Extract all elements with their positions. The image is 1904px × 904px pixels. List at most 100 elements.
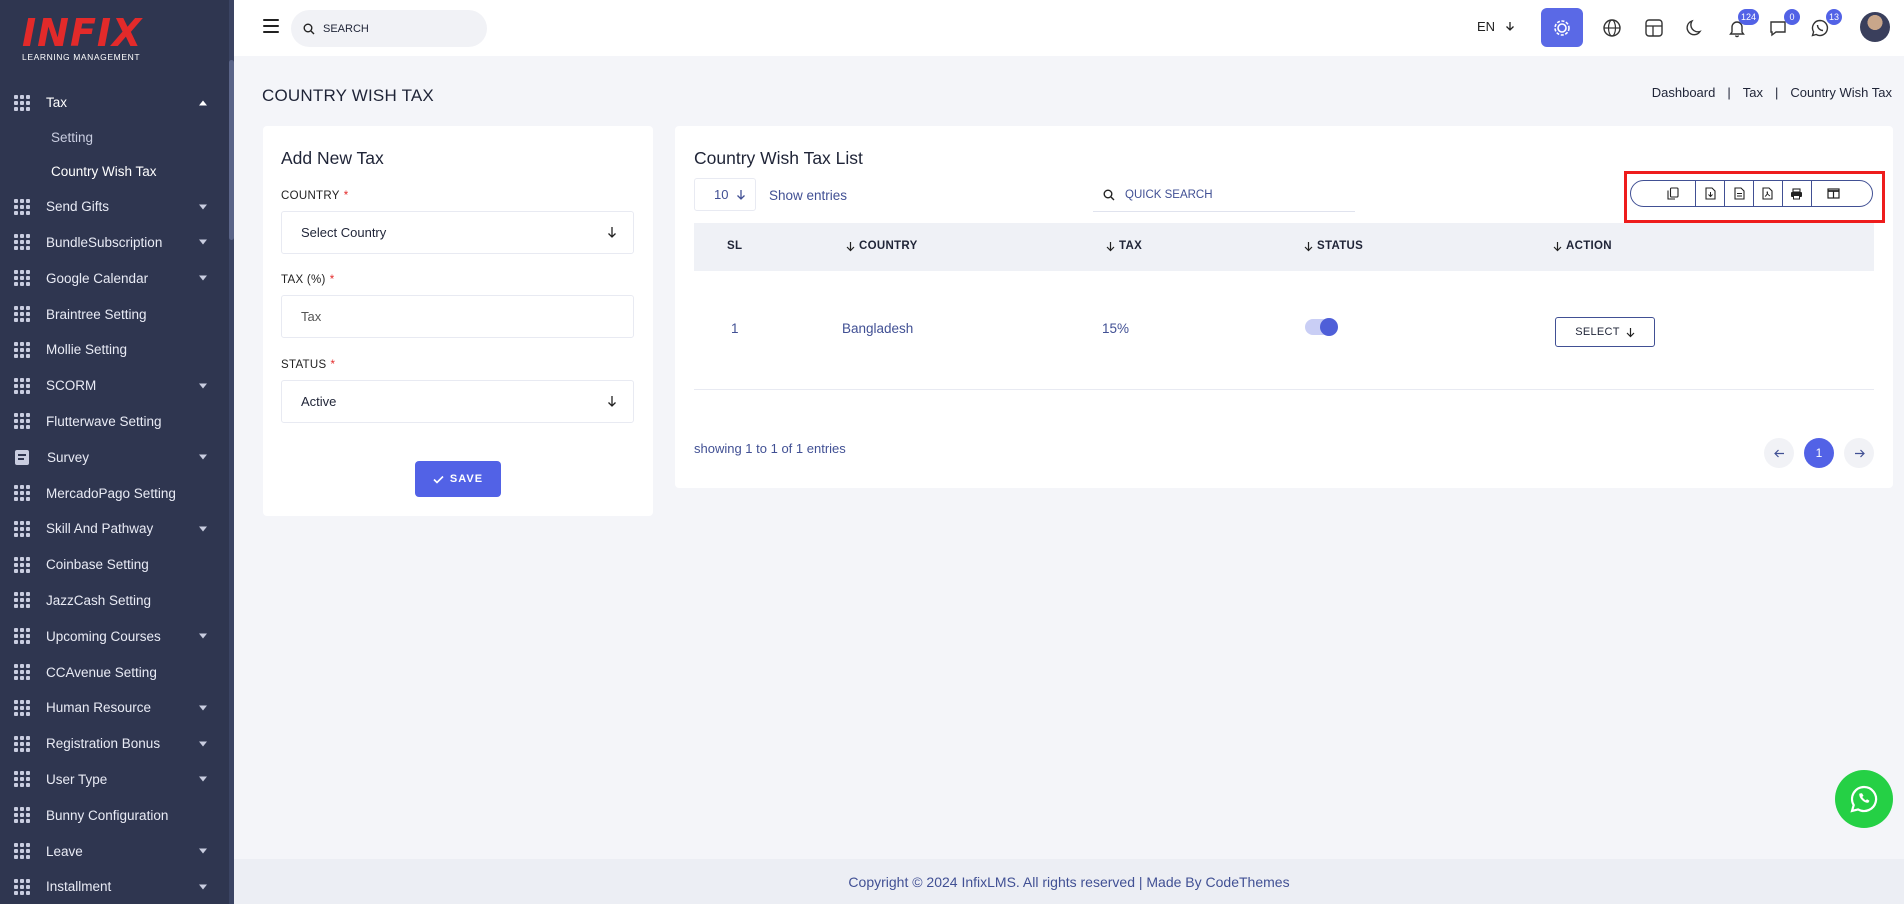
column-header-country[interactable]: COUNTRY [846,240,918,252]
column-visibility-button[interactable] [1812,181,1872,206]
grid-icon [14,735,30,752]
pdf-button[interactable] [1754,181,1783,206]
grid-icon [14,485,30,502]
grid-icon [14,270,30,287]
sidebar-item-bundlesubscription[interactable]: BundleSubscription [0,225,229,261]
sidebar-item-flutterwave-setting[interactable]: Flutterwave Setting [0,404,229,440]
csv-button[interactable] [1696,181,1726,206]
menu-toggle-icon[interactable] [263,19,279,33]
grid-icon [14,520,30,537]
search-input[interactable] [323,22,473,35]
excel-button[interactable] [1725,181,1754,206]
sidebar-item-scorm[interactable]: SCORM [0,368,229,404]
sidebar-item-coinbase-setting[interactable]: Coinbase Setting [0,547,229,583]
caret-down-icon [199,204,207,210]
column-header-tax[interactable]: TAX [1106,240,1142,252]
submenu-item-country-wish-tax[interactable]: Country Wish Tax [0,155,229,189]
global-search[interactable] [291,10,487,47]
country-select[interactable]: Select Country [281,211,634,254]
sidebar-item-leave[interactable]: Leave [0,833,229,869]
sidebar-item-tax[interactable]: Tax [0,85,229,121]
sidebar-item-installment[interactable]: Installment [0,869,229,904]
website-button[interactable] [1599,15,1625,41]
quick-search[interactable] [1093,178,1355,212]
sidebar-item-google-calendar[interactable]: Google Calendar [0,260,229,296]
sidebar-item-label: CCAvenue Setting [46,664,157,680]
notifications-button[interactable]: 124 [1724,9,1759,41]
csv-icon [1705,187,1716,200]
sort-icon [846,241,855,251]
layout-button[interactable] [1641,15,1667,41]
page-size-select[interactable]: 10 [694,178,756,211]
chat-button[interactable]: 13 [1807,9,1842,41]
sidebar-scrollbar[interactable] [229,0,234,904]
save-button[interactable]: SAVE [415,461,501,497]
whatsapp-chat-button[interactable] [1835,770,1893,828]
grid-icon [14,94,30,111]
grid-icon [14,699,30,716]
sidebar-item-braintree-setting[interactable]: Braintree Setting [0,296,229,332]
sidebar-item-user-type[interactable]: User Type [0,762,229,798]
status-toggle[interactable] [1305,318,1338,336]
sidebar-item-label: Send Gifts [46,199,110,215]
country-label: COUNTRY * [281,190,349,202]
sidebar-item-mollie-setting[interactable]: Mollie Setting [0,332,229,368]
caret-down-icon [199,454,207,460]
submenu-item-setting[interactable]: Setting [0,121,229,155]
page-title: COUNTRY WISH TAX [262,86,434,105]
arrow-down-icon [737,189,746,200]
country-select-value: Select Country [301,225,387,240]
messages-button[interactable]: 0 [1765,9,1800,41]
copyright-text: Copyright © 2024 InfixLMS. All rights re… [848,873,1290,890]
footer: Copyright © 2024 InfixLMS. All rights re… [234,859,1904,904]
user-avatar[interactable] [1860,12,1890,42]
print-button[interactable] [1783,181,1812,206]
document-icon [15,449,29,465]
grid-icon [14,377,30,394]
breadcrumb-separator: | [1727,85,1731,100]
sidebar-item-label: Registration Bonus [46,736,161,752]
column-header-sl[interactable]: SL [727,240,742,252]
sidebar-item-registration-bonus[interactable]: Registration Bonus [0,726,229,762]
column-header-status[interactable]: STATUS [1304,240,1363,252]
sidebar-item-upcoming-courses[interactable]: Upcoming Courses [0,618,229,654]
previous-page-button[interactable] [1764,438,1794,468]
arrow-down-icon [608,396,616,407]
sidebar-item-skill-and-pathway[interactable]: Skill And Pathway [0,511,229,547]
caret-down-icon [199,275,207,281]
sidebar-item-bunny-configuration[interactable]: Bunny Configuration [0,797,229,833]
cell-tax: 15% [1102,321,1130,336]
status-select[interactable]: Active [281,380,634,423]
sidebar-item-ccavenue-setting[interactable]: CCAvenue Setting [0,654,229,690]
dark-mode-button[interactable] [1682,15,1708,41]
column-header-action[interactable]: ACTION [1553,240,1612,252]
language-select[interactable]: EN [1477,19,1515,34]
grid-icon [14,234,30,251]
top-header: EN 124 0 13 [234,0,1904,56]
logo-tagline: LEARNING MANAGEMENT [22,52,141,62]
sidebar-item-label: Mollie Setting [46,342,128,358]
breadcrumb-tax[interactable]: Tax [1743,85,1763,100]
row-action-select-button[interactable]: SELECT [1555,317,1655,347]
settings-gear-button[interactable] [1541,8,1583,47]
tax-field[interactable] [281,295,634,338]
sidebar-item-human-resource[interactable]: Human Resource [0,690,229,726]
scrollbar-thumb[interactable] [229,60,234,240]
logo[interactable]: INFIX LEARNING MANAGEMENT [22,14,142,62]
moon-icon [1686,19,1702,36]
row-action-label: SELECT [1575,326,1620,338]
arrow-down-icon [1505,22,1514,31]
quick-search-input[interactable] [1125,188,1325,201]
sidebar-item-label: BundleSubscription [46,234,163,250]
sidebar-item-survey[interactable]: Survey [0,439,229,475]
sidebar-item-mercadopago-setting[interactable]: MercadoPago Setting [0,475,229,511]
sidebar-item-jazzcash-setting[interactable]: JazzCash Setting [0,583,229,619]
grid-icon [14,843,30,860]
copy-button[interactable] [1631,181,1697,206]
page-1-button[interactable]: 1 [1804,438,1834,468]
sidebar-item-send-gifts[interactable]: Send Gifts [0,189,229,225]
next-page-button[interactable] [1844,438,1874,468]
caret-down-icon [199,741,207,747]
breadcrumb-dashboard[interactable]: Dashboard [1652,85,1716,100]
tax-input[interactable] [301,309,581,324]
